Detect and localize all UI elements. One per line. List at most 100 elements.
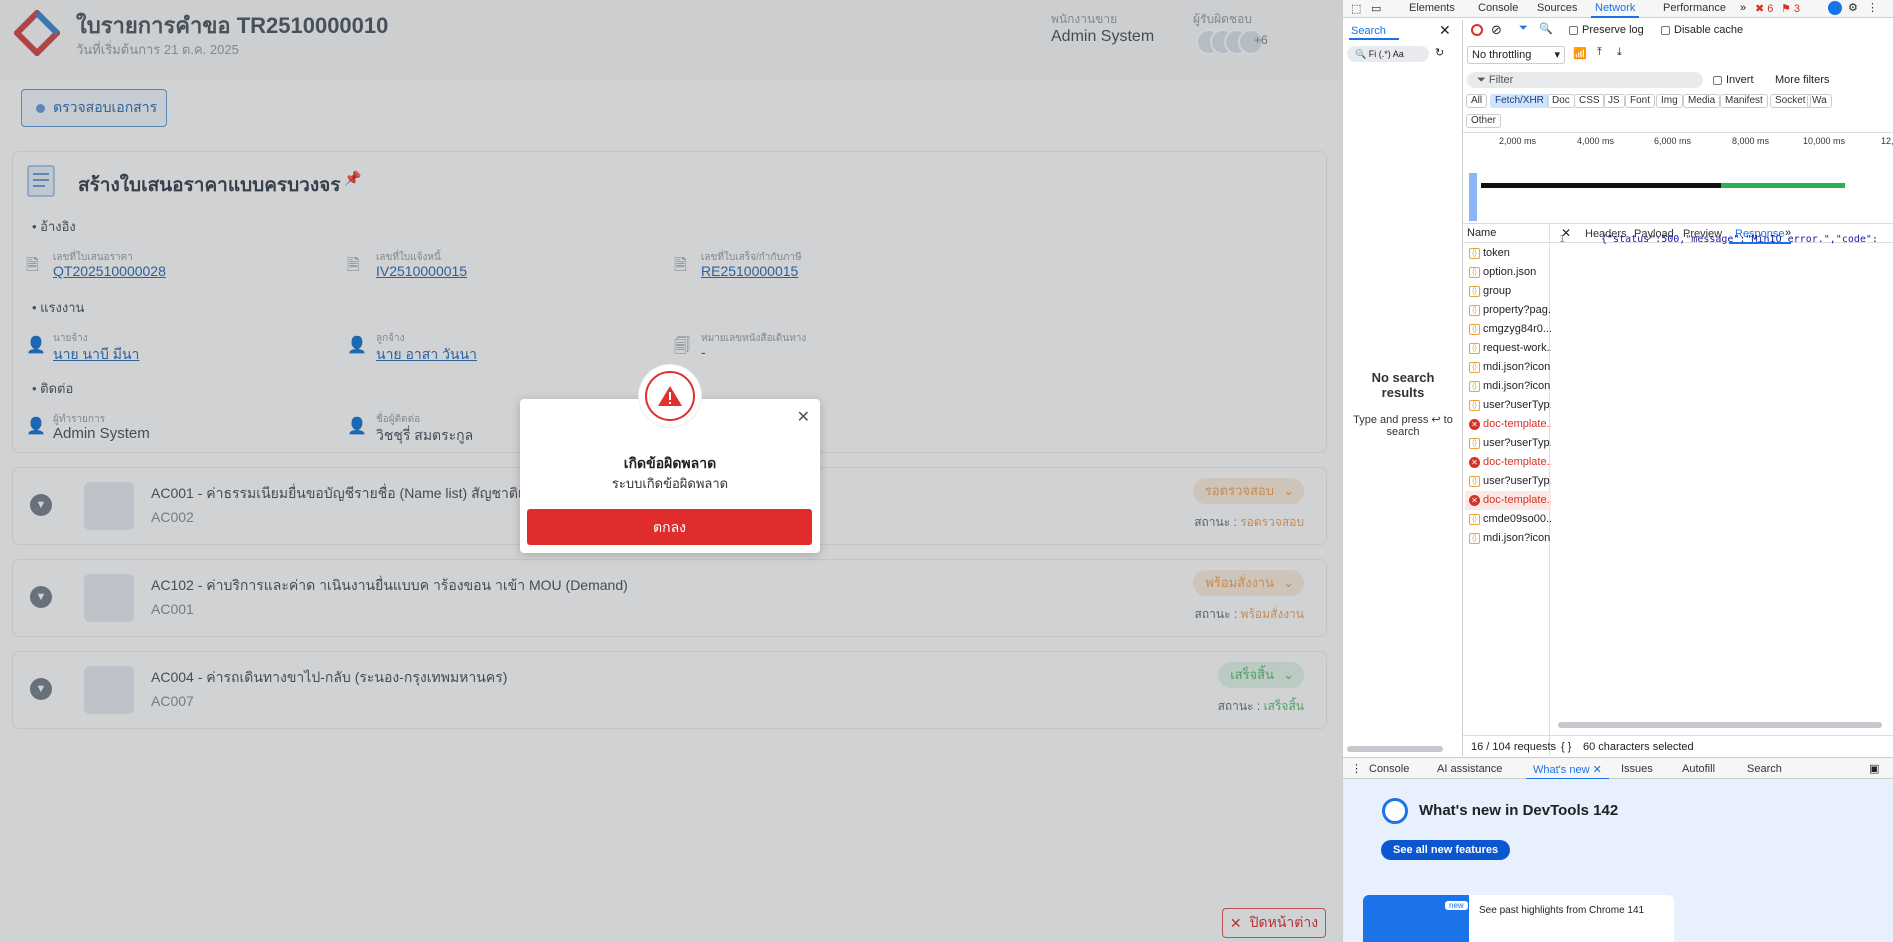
- past-highlights-link: See past highlights from Chrome 141: [1479, 905, 1645, 916]
- list-item[interactable]: {} cmde09so00...: [1465, 510, 1551, 529]
- response-body[interactable]: 1 {"status":500,"message":"MinIO error.",…: [1559, 234, 1878, 245]
- tab-network[interactable]: Network: [1590, 2, 1640, 18]
- name-column-header[interactable]: Name: [1467, 227, 1496, 239]
- download-icon[interactable]: ⤓: [1617, 46, 1622, 59]
- timeline-tick: 8,000 ms: [1732, 136, 1770, 146]
- tab-performance[interactable]: Performance: [1663, 2, 1726, 14]
- search-tab[interactable]: Search: [1351, 25, 1386, 37]
- more-filters-dropdown[interactable]: More filters: [1775, 74, 1829, 86]
- ai-assistant-icon[interactable]: [1828, 1, 1842, 15]
- drawer-tab-issues[interactable]: Issues: [1621, 763, 1653, 775]
- ok-button[interactable]: ตกลง: [527, 509, 812, 545]
- list-item[interactable]: {}user?userTyp...: [1465, 472, 1551, 491]
- throttling-select[interactable]: No throttling ▾: [1467, 46, 1565, 64]
- network-toolbar-1: ⊘ ⏷ 🔍 Preserve log Disable cache: [1463, 22, 1893, 40]
- list-item[interactable]: {}mdi.json?icon...: [1465, 358, 1551, 377]
- timeline-bar-dark: [1481, 183, 1721, 188]
- xhr-icon: {}: [1469, 305, 1480, 316]
- tab-sources[interactable]: Sources: [1537, 2, 1577, 14]
- list-item[interactable]: {}mdi.json?icon...: [1465, 529, 1551, 548]
- kebab-menu-icon[interactable]: ⋮: [1867, 1, 1878, 14]
- close-icon[interactable]: ✕: [797, 407, 810, 427]
- highlights-card[interactable]: new See past highlights from Chrome 141: [1363, 895, 1674, 942]
- disable-cache-checkbox[interactable]: Disable cache: [1661, 24, 1743, 36]
- filter-js[interactable]: JS: [1603, 94, 1625, 108]
- tab-console[interactable]: Console: [1478, 2, 1518, 14]
- gear-icon[interactable]: ⚙: [1848, 1, 1858, 14]
- search-icon[interactable]: 🔍: [1539, 22, 1553, 35]
- filter-other[interactable]: Other: [1466, 114, 1502, 128]
- network-toolbar-2: No throttling ▾ 📶 ⤒ ⤓: [1463, 46, 1893, 64]
- horizontal-scrollbar[interactable]: [1347, 746, 1443, 752]
- filter-css[interactable]: CSS: [1574, 94, 1605, 108]
- drawer-tab-whats-new[interactable]: What's new ✕: [1526, 763, 1609, 780]
- filter-doc[interactable]: Doc: [1547, 94, 1575, 108]
- timeline-tick: 2,000 ms: [1499, 136, 1537, 146]
- preserve-log-checkbox[interactable]: Preserve log: [1569, 24, 1644, 36]
- warning-badge: [639, 365, 701, 427]
- invert-checkbox[interactable]: Invert: [1713, 74, 1754, 86]
- error-icon: ✕: [1469, 457, 1480, 468]
- warning-icon: [645, 371, 695, 421]
- filter-font[interactable]: Font: [1625, 94, 1656, 108]
- error-icon: ✕: [1469, 495, 1480, 506]
- warning-count-badge[interactable]: ⚑ 3: [1781, 2, 1800, 15]
- list-item[interactable]: {} request-work...: [1465, 339, 1551, 358]
- record-icon[interactable]: [1471, 24, 1483, 36]
- xhr-icon: {}: [1469, 362, 1480, 373]
- list-item[interactable]: {}user?userTyp...: [1465, 434, 1551, 453]
- drawer-tab-autofill[interactable]: Autofill: [1682, 763, 1715, 775]
- list-item[interactable]: {}user?userTyp...: [1465, 396, 1551, 415]
- drawer-tab-search[interactable]: Search: [1747, 763, 1782, 775]
- upload-icon[interactable]: ⤒: [1597, 46, 1602, 59]
- list-item[interactable]: {} cmgzyg84r0...: [1465, 320, 1551, 339]
- list-item[interactable]: ✕ doc-template...: [1465, 491, 1551, 510]
- more-tabs-icon[interactable]: »: [1740, 2, 1746, 14]
- filter-socket[interactable]: Socket: [1770, 94, 1811, 108]
- timeline-bar-green: [1721, 183, 1845, 188]
- error-count-badge[interactable]: ✖ 6: [1755, 2, 1773, 15]
- filter-wasm[interactable]: Wa: [1807, 94, 1832, 108]
- list-item[interactable]: {} option.json: [1465, 263, 1551, 282]
- inspect-icon[interactable]: ⬚: [1351, 2, 1361, 15]
- format-icon[interactable]: { }: [1561, 741, 1571, 753]
- filter-all[interactable]: All: [1466, 94, 1488, 108]
- dock-side-icon[interactable]: ▣: [1869, 762, 1879, 775]
- drawer-tab-ai-assistance[interactable]: AI assistance: [1437, 763, 1502, 775]
- timeline-tick: 10,000 ms: [1803, 136, 1846, 146]
- xhr-icon: {}: [1469, 324, 1480, 335]
- drawer-tab-console[interactable]: Console: [1369, 763, 1409, 775]
- filter-icon[interactable]: ⏷: [1519, 22, 1528, 35]
- filter-manifest[interactable]: Manifest: [1720, 94, 1768, 108]
- refresh-icon[interactable]: ↻: [1435, 46, 1444, 59]
- tab-elements[interactable]: Elements: [1409, 2, 1455, 14]
- kebab-menu-icon[interactable]: ⋮: [1351, 762, 1362, 775]
- clear-icon[interactable]: ⊘: [1491, 22, 1502, 38]
- list-item[interactable]: {} token: [1465, 244, 1551, 263]
- filter-img[interactable]: Img: [1656, 94, 1683, 108]
- list-item[interactable]: {} group: [1465, 282, 1551, 301]
- filter-input[interactable]: ⏷ Filter: [1467, 72, 1703, 88]
- list-item[interactable]: {}mdi.json?icon...: [1465, 377, 1551, 396]
- whats-new-panel: What's new in DevTools 142 See all new f…: [1343, 779, 1893, 942]
- horizontal-scrollbar[interactable]: [1558, 722, 1882, 728]
- xhr-icon: {}: [1469, 438, 1480, 449]
- xhr-icon: {}: [1469, 343, 1480, 354]
- wifi-icon[interactable]: 📶: [1573, 47, 1587, 60]
- error-icon: ✕: [1469, 419, 1480, 430]
- see-all-features-button[interactable]: See all new features: [1381, 840, 1511, 860]
- network-timeline[interactable]: 2,000 ms 4,000 ms 6,000 ms 8,000 ms 10,0…: [1463, 132, 1893, 224]
- list-item[interactable]: ✕ doc-template...: [1465, 415, 1551, 434]
- list-item[interactable]: ✕ doc-template...: [1465, 453, 1551, 472]
- column-divider: [1549, 224, 1550, 243]
- network-panel: ⊘ ⏷ 🔍 Preserve log Disable cache No thro…: [1463, 20, 1893, 756]
- list-item[interactable]: {} property?pag...: [1465, 301, 1551, 320]
- close-icon[interactable]: ✕: [1439, 22, 1451, 39]
- requests-count: 16 / 104 requests: [1471, 741, 1557, 753]
- device-toggle-icon[interactable]: ▭: [1371, 2, 1381, 15]
- filter-fetch-xhr[interactable]: Fetch/XHR: [1490, 94, 1549, 108]
- whats-new-title: What's new in DevTools 142: [1419, 802, 1619, 819]
- chrome-devtools-icon: [1382, 798, 1408, 824]
- search-input[interactable]: 🔍 Fi (.*) Aa: [1347, 46, 1429, 62]
- filter-media[interactable]: Media: [1683, 94, 1721, 108]
